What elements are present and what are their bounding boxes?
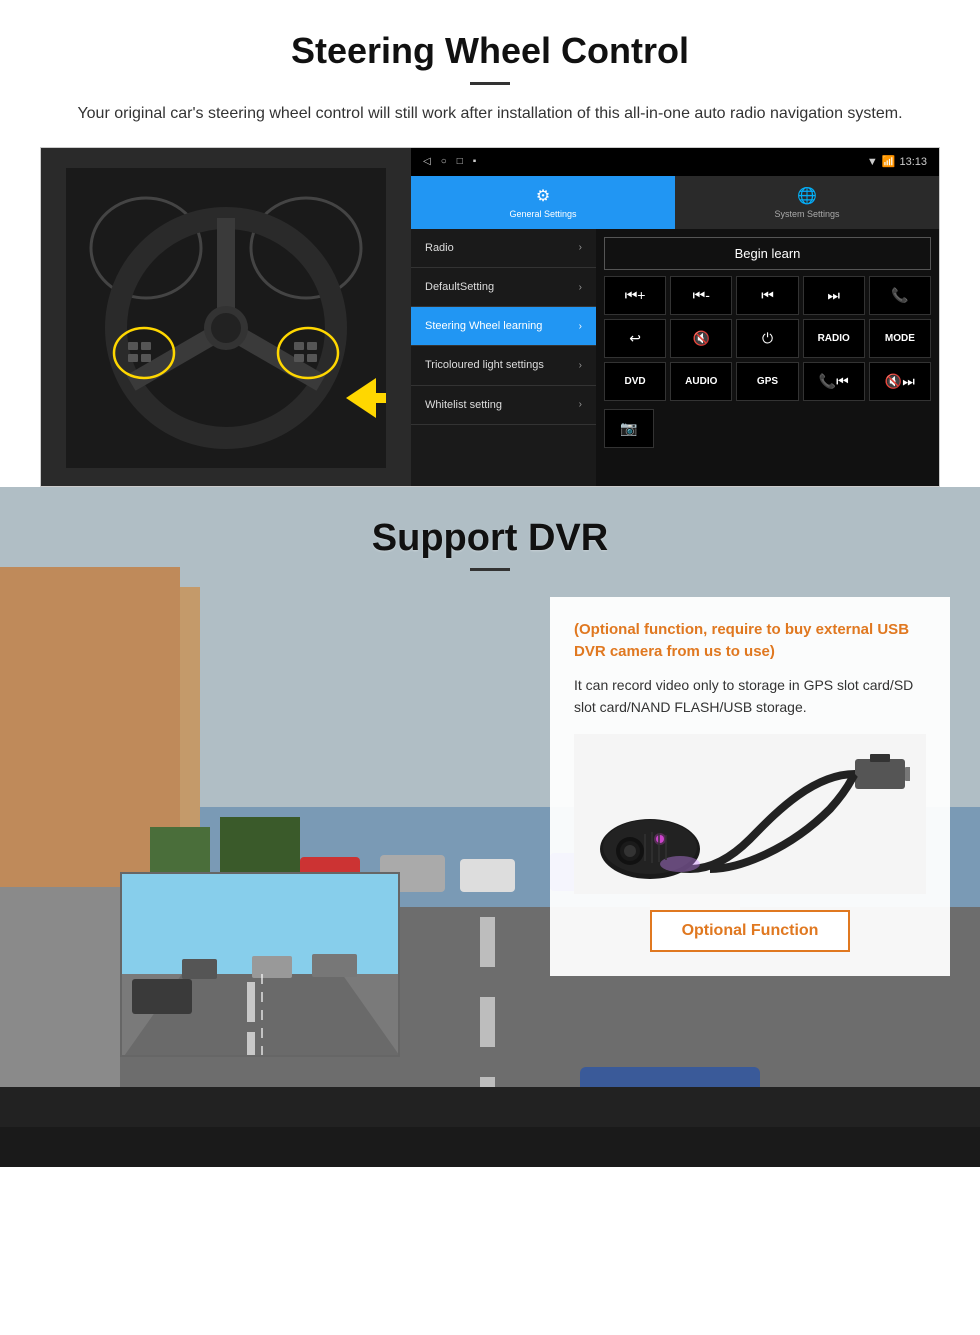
android-statusbar: ◁ ○ □ ▪ ▼ 📶 13:13 [411,148,939,176]
support-dvr-section: Support DVR (Optional fu [0,487,980,1167]
ctrl-gps[interactable]: GPS [736,362,798,401]
menu-icon[interactable]: ▪ [473,156,477,167]
ctrl-vol-minus[interactable]: ⏮- [670,276,732,315]
status-right: ▼ 📶 13:13 [867,155,927,168]
control-grid: ⏮+ ⏮- ⏮ ⏭ 📞 ↩ 🔇 ⏻ RADIO MODE DVD AUDIO [604,276,931,401]
dvr-title: Support DVR [0,517,980,560]
chevron-active-icon: › [579,321,582,332]
android-main-controls: Begin learn ⏮+ ⏮- ⏮ ⏭ 📞 ↩ 🔇 ⏻ [596,229,939,486]
steering-wheel-section: Steering Wheel Control Your original car… [0,0,980,487]
time-display: 13:13 [899,156,927,168]
dvr-camera-illustration [574,734,926,894]
begin-learn-button[interactable]: Begin learn [604,237,931,270]
tab-general-settings[interactable]: ⚙ General Settings [411,176,675,229]
steering-composite: ◁ ○ □ ▪ ▼ 📶 13:13 ⚙ General Settings [40,147,940,487]
menu-item-radio[interactable]: Radio › [411,229,596,268]
dvr-thumbnail [120,872,400,1057]
android-ui-panel: ◁ ○ □ ▪ ▼ 📶 13:13 ⚙ General Settings [411,148,939,486]
wifi-icon: 📶 [882,155,896,168]
dvr-info-card: (Optional function, require to buy exter… [550,597,950,977]
ctrl-radio[interactable]: RADIO [803,319,865,358]
ctrl-dvd[interactable]: DVD [604,362,666,401]
back-icon[interactable]: ◁ [423,156,431,167]
home-icon[interactable]: ○ [441,156,447,167]
ctrl-mode[interactable]: MODE [869,319,931,358]
ctrl-camera[interactable]: 📷 [604,409,654,448]
gear-icon: ⚙ [536,186,550,206]
dvr-background: Support DVR (Optional fu [0,487,980,1167]
optional-function-button[interactable]: Optional Function [650,910,851,952]
chevron-icon: › [579,282,582,293]
bottom-icon-row: 📷 [604,409,931,448]
android-tabs: ⚙ General Settings 🌐 System Settings [411,176,939,229]
menu-item-tricoloured[interactable]: Tricoloured light settings › [411,346,596,385]
recents-icon[interactable]: □ [457,156,463,167]
steering-photo [41,148,411,487]
tab-system-label: System Settings [774,209,839,219]
ctrl-prev-track[interactable]: ⏮ [736,276,798,315]
steering-description: Your original car's steering wheel contr… [60,101,920,127]
ctrl-audio[interactable]: AUDIO [670,362,732,401]
android-content: Radio › DefaultSetting › Steering Wheel … [411,229,939,486]
ctrl-phone[interactable]: 📞 [869,276,931,315]
chevron-icon: › [579,242,582,253]
title-divider [470,82,510,85]
nav-icons: ◁ ○ □ ▪ [423,156,476,167]
dvr-description: It can record video only to storage in G… [574,674,926,719]
begin-learn-row: Begin learn [604,237,931,270]
menu-item-steering-wheel[interactable]: Steering Wheel learning › [411,307,596,346]
signal-icon: ▼ [867,156,878,168]
dvr-title-divider [470,568,510,571]
android-menu: Radio › DefaultSetting › Steering Wheel … [411,229,596,486]
tab-general-label: General Settings [509,209,576,219]
ctrl-mute-next[interactable]: 🔇⏭ [869,362,931,401]
steering-title: Steering Wheel Control [40,30,940,72]
ctrl-mute[interactable]: 🔇 [670,319,732,358]
ctrl-next-track[interactable]: ⏭ [803,276,865,315]
ctrl-hang-up[interactable]: ↩ [604,319,666,358]
ctrl-phone-prev[interactable]: 📞⏮ [803,362,865,401]
chevron-icon: › [579,399,582,410]
menu-item-defaultsetting[interactable]: DefaultSetting › [411,268,596,307]
menu-item-whitelist[interactable]: Whitelist setting › [411,386,596,425]
tab-system-settings[interactable]: 🌐 System Settings [675,176,939,229]
ctrl-vol-plus[interactable]: ⏮+ [604,276,666,315]
dvr-title-area: Support DVR [0,487,980,571]
dvr-optional-text: (Optional function, require to buy exter… [574,619,926,664]
ctrl-power[interactable]: ⏻ [736,319,798,358]
chevron-icon: › [579,360,582,371]
system-icon: 🌐 [797,186,817,206]
